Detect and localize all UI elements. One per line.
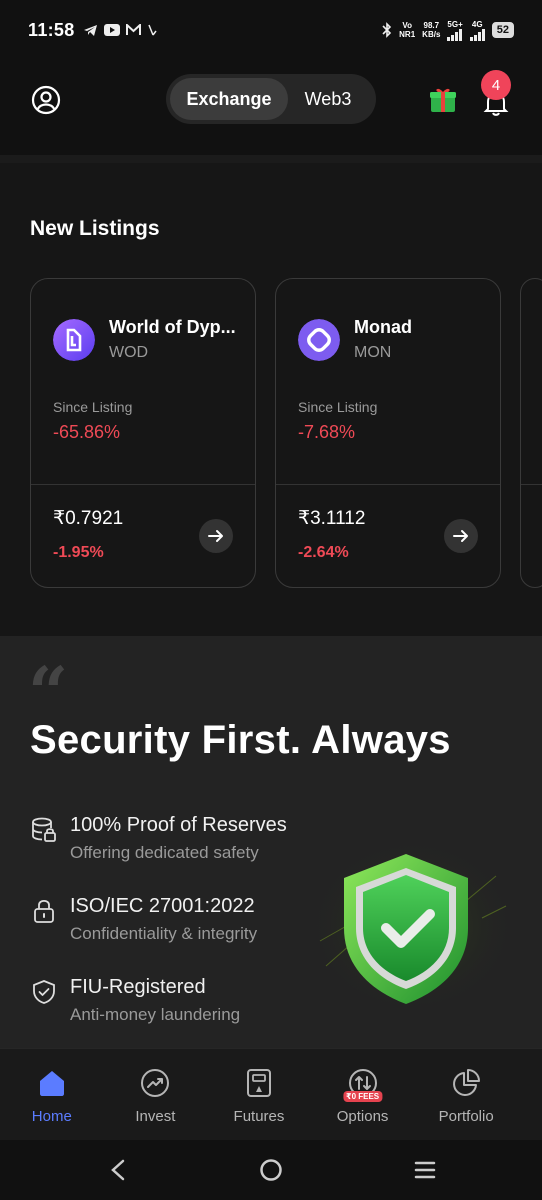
card-divider: [276, 484, 500, 485]
listing-price: ₹3.1112: [298, 508, 366, 529]
new-listings-section: New Listings World of Dyp... WOD Since L…: [0, 163, 542, 636]
database-lock-icon: [32, 817, 56, 842]
nav-label: Options: [336, 1108, 389, 1125]
listing-price: ₹0.7921: [53, 508, 124, 529]
home-circle-icon[interactable]: [259, 1158, 283, 1182]
listing-name: World of Dyp...: [109, 317, 236, 337]
security-section: “ Security First. Always 100% Proof of R…: [0, 636, 542, 1048]
listing-change: -1.95%: [53, 544, 104, 561]
since-listing-value: -65.86%: [53, 422, 121, 442]
open-listing-button[interactable]: [444, 519, 478, 553]
security-shield-illustration: [308, 838, 516, 1014]
home-icon: [39, 1071, 64, 1096]
listing-change: -2.64%: [298, 544, 349, 561]
nav-portfolio[interactable]: Portfolio: [414, 1049, 518, 1141]
nav-options[interactable]: ₹0 FEES Options: [311, 1049, 415, 1141]
listing-symbol: MON: [354, 344, 392, 361]
trend-icon: [141, 1069, 170, 1097]
nav-label: Home: [31, 1108, 72, 1125]
top-nav: Exchange Web3 4: [0, 70, 542, 128]
since-listing-value: -7.68%: [298, 422, 356, 442]
security-heading: Security First. Always: [30, 718, 451, 762]
lock-icon: [34, 899, 54, 923]
nav-futures[interactable]: Futures: [207, 1049, 311, 1141]
listing-symbol: WOD: [109, 344, 149, 361]
status-notification-icons: [83, 24, 157, 37]
arrow-right-icon: [453, 530, 468, 542]
monad-coin-icon: [298, 319, 340, 361]
futures-icon: [246, 1069, 271, 1097]
back-icon[interactable]: [108, 1158, 128, 1182]
vector-icon: [147, 24, 157, 36]
status-bar: 11:58 Vo NR1 98.7 KB/s 5G+ 4G 52: [0, 0, 542, 60]
feature-subtitle: Offering dedicated safety: [70, 843, 259, 862]
feature-title: 100% Proof of Reserves: [70, 814, 287, 836]
nav-invest[interactable]: Invest: [104, 1049, 208, 1141]
pie-chart-icon: [453, 1069, 481, 1096]
volte-indicator: Vo NR1: [399, 21, 416, 39]
system-nav-bar: [0, 1140, 542, 1200]
tab-exchange[interactable]: Exchange: [170, 78, 288, 120]
nav-label: Futures: [233, 1108, 285, 1125]
status-time: 11:58: [28, 19, 75, 40]
card-divider: [521, 484, 542, 485]
network-speed: 98.7 KB/s: [422, 21, 441, 39]
bottom-nav: Home Invest Futures ₹0 FEES Options Port…: [0, 1048, 542, 1140]
nav-label: Portfolio: [438, 1108, 494, 1125]
listing-card-wod[interactable]: World of Dyp... WOD Since Listing -65.86…: [30, 278, 256, 588]
youtube-icon: [103, 24, 120, 36]
card-divider: [31, 484, 255, 485]
since-listing-label: Since Listing: [53, 399, 133, 415]
status-system-icons: Vo NR1 98.7 KB/s 5G+ 4G 52: [382, 20, 514, 41]
battery-indicator: 52: [491, 22, 514, 38]
feature-title: FIU-Registered: [70, 976, 206, 998]
feature-subtitle: Confidentiality & integrity: [70, 924, 258, 943]
nav-label: Invest: [135, 1108, 176, 1125]
feature-title: ISO/IEC 27001:2022: [70, 895, 255, 917]
telegram-icon: [83, 24, 97, 36]
wod-coin-icon: [53, 319, 95, 361]
nav-home[interactable]: Home: [0, 1049, 104, 1141]
new-listings-title: New Listings: [30, 217, 160, 240]
notification-badge: 4: [481, 70, 511, 100]
listing-card-mon[interactable]: Monad MON Since Listing -7.68% ₹3.1112 -…: [275, 278, 501, 588]
bluetooth-icon: [382, 22, 392, 38]
tab-web3[interactable]: Web3: [288, 78, 368, 120]
since-listing-label: Since Listing: [298, 399, 378, 415]
listing-name: Monad: [354, 317, 412, 337]
signal-4g: 4G: [469, 20, 485, 41]
zero-fees-tag: ₹0 FEES: [343, 1091, 383, 1102]
arrow-right-icon: [208, 530, 223, 542]
shield-check-icon: [33, 980, 55, 1004]
section-divider: [0, 155, 542, 163]
listing-card-peek[interactable]: [520, 278, 542, 588]
recents-menu-icon[interactable]: [413, 1158, 437, 1182]
profile-icon[interactable]: [30, 84, 62, 116]
mail-icon: [125, 24, 141, 35]
exchange-web3-toggle: Exchange Web3: [166, 74, 376, 124]
gift-icon[interactable]: [428, 84, 458, 114]
open-listing-button[interactable]: [199, 519, 233, 553]
feature-subtitle: Anti-money laundering: [70, 1005, 241, 1024]
signal-5g: 5G+: [447, 20, 463, 41]
